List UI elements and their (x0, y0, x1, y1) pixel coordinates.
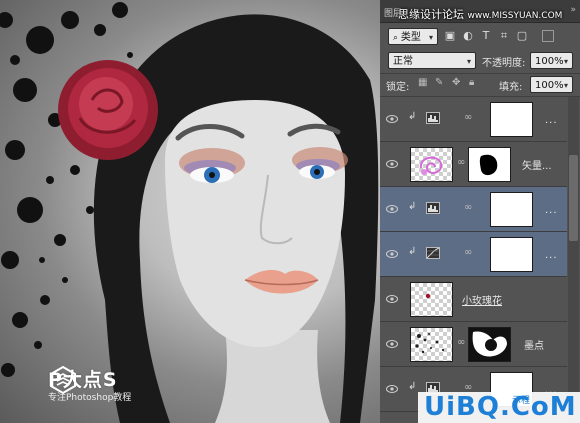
scrollbar-thumb[interactable] (569, 155, 578, 241)
swirl-icon (419, 156, 443, 175)
eye-icon[interactable] (386, 339, 398, 349)
fill-input[interactable]: 100% ▾ (530, 76, 573, 93)
eye-icon[interactable] (386, 114, 398, 124)
layer-row[interactable]: ↲ ∞ ... (380, 187, 567, 232)
collapse-icon[interactable]: » (570, 5, 576, 15)
toggle-filter-icon[interactable] (542, 30, 554, 42)
hexagon-logo-icon (50, 365, 76, 395)
clipping-arrow-icon: ↲ (408, 111, 417, 122)
link-icon[interactable]: ∞ (457, 337, 465, 348)
layer-mask-thumbnail[interactable] (490, 237, 533, 272)
lock-position-icon[interactable]: ✥ (452, 77, 460, 88)
chevron-down-icon: ▾ (466, 57, 471, 66)
shape-filter-icon[interactable]: ⌗ (498, 30, 510, 42)
layer-name: 矢量... (522, 161, 552, 172)
ink-thumb (415, 333, 445, 354)
levels-adjustment-icon[interactable] (426, 112, 440, 124)
layer-more: ... (545, 115, 558, 126)
link-icon[interactable]: ∞ (457, 157, 465, 168)
link-icon[interactable]: ∞ (464, 247, 472, 258)
clipping-arrow-icon: ↲ (408, 246, 417, 257)
link-icon[interactable]: ∞ (464, 202, 472, 213)
curves-adjustment-icon[interactable] (426, 247, 440, 259)
site-logo: P大点S 专注Photoshop教程 (48, 365, 131, 403)
layer-row[interactable]: 小玫瑰花 (380, 277, 567, 322)
clipping-arrow-icon: ↲ (408, 201, 417, 212)
portrait-illustration (0, 2, 379, 423)
watermark-bottom-suffix: 示程 (512, 396, 531, 406)
opacity-value: 100% (535, 56, 564, 67)
mask-shape (479, 154, 498, 176)
eye-icon[interactable] (386, 159, 398, 169)
rose-flower (58, 60, 158, 160)
layer-name: 小玫瑰花 (462, 296, 502, 307)
watermark-top: 思缘设计论坛 www.MISSYUAN.COM (398, 6, 562, 22)
clipping-arrow-icon: ↲ (408, 381, 417, 392)
layer-mask-thumbnail[interactable] (490, 192, 533, 227)
canvas-photo: P大点S 专注Photoshop教程 (0, 0, 380, 423)
layer-more: ... (545, 250, 558, 261)
blend-mode-select[interactable]: 正常 ▾ (388, 52, 476, 69)
watermark-bottom: UiBQ.CoM (418, 392, 580, 423)
filter-kind-select[interactable]: ⌕ 类型 ▾ (388, 28, 438, 45)
type-filter-icon[interactable]: T (480, 30, 492, 42)
lock-label: 锁定: (386, 82, 410, 93)
chevron-down-icon: ▾ (563, 57, 568, 66)
layers-panel: 图层 » ⌕ 类型 ▾ ▣ ◐ T ⌗ ▢ 正常 ▾ 不透明度: 100% ▾ … (380, 0, 580, 423)
blend-row: 正常 ▾ 不透明度: 100% ▾ (380, 50, 580, 72)
lock-pixels-icon[interactable]: ✎ (435, 77, 443, 88)
layer-row[interactable]: ↲ ∞ ... (380, 232, 567, 277)
layer-thumbnail[interactable] (410, 147, 453, 182)
lock-row: 锁定: ▦ ✎ ✥ 🔒︎ 填充: 100% ▾ (380, 74, 580, 96)
layer-mask-thumbnail[interactable] (468, 147, 511, 182)
eye-icon[interactable] (386, 384, 398, 394)
adjustment-filter-icon[interactable]: ◐ (462, 30, 474, 42)
watermark-top-text: 思缘设计论坛 (398, 8, 464, 21)
eye-icon[interactable] (386, 204, 398, 214)
opacity-input[interactable]: 100% ▾ (530, 52, 573, 69)
lock-transparent-icon[interactable]: ▦ (418, 77, 427, 88)
eye-icon[interactable] (386, 294, 398, 304)
blend-mode-value: 正常 (393, 56, 413, 67)
filter-kind-value: 类型 (400, 32, 421, 43)
fill-label: 填充: (499, 82, 523, 93)
layer-more: ... (545, 205, 558, 216)
layer-thumbnail[interactable] (410, 282, 453, 317)
chevron-down-icon: ▾ (428, 33, 433, 42)
layer-name: 墨点 (524, 341, 544, 352)
rose-thumb (425, 293, 431, 299)
levels-adjustment-icon[interactable] (426, 202, 440, 214)
watermark-top-url: www.MISSYUAN.COM (467, 11, 563, 21)
mask-shape (472, 331, 507, 357)
layer-row[interactable]: ↲ ∞ ... (380, 97, 567, 142)
layer-mask-thumbnail[interactable] (468, 327, 511, 362)
link-icon[interactable]: ∞ (464, 112, 472, 123)
layer-thumbnail[interactable] (410, 327, 453, 362)
layer-row[interactable]: ∞ 墨点 (380, 322, 567, 367)
opacity-label: 不透明度: (482, 58, 526, 69)
layer-row[interactable]: ∞ 矢量... (380, 142, 567, 187)
search-icon: ⌕ (393, 33, 401, 43)
eye-icon[interactable] (386, 249, 398, 259)
image-filter-icon[interactable]: ▣ (444, 30, 456, 42)
layer-mask-thumbnail[interactable] (490, 102, 533, 137)
layers-scrollbar[interactable] (568, 97, 579, 423)
smart-object-filter-icon[interactable]: ▢ (516, 30, 528, 42)
chevron-down-icon: ▾ (563, 81, 568, 90)
lock-all-icon[interactable]: 🔒︎ (469, 77, 474, 88)
fill-value: 100% (535, 80, 564, 91)
